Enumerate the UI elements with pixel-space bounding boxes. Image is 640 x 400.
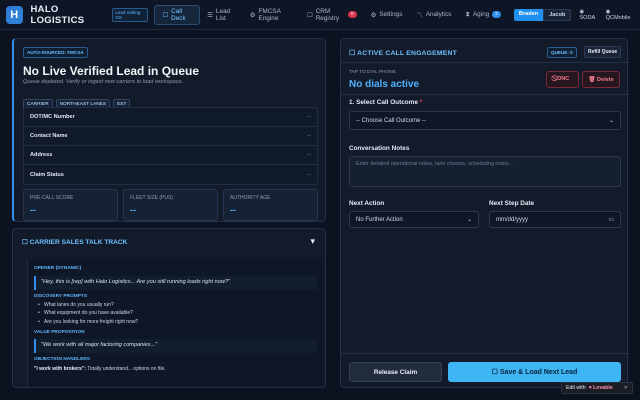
brand-badge: Lead Vetting OS xyxy=(112,7,149,22)
queue-count-chip: QUEUE: 0 xyxy=(547,47,577,58)
lead-title: No Live Verified Lead in Queue xyxy=(23,64,200,78)
nav-crm-registry[interactable]: ☐ CRM Registry 0 xyxy=(300,5,364,25)
nav-fmcsa-engine[interactable]: ⚙ FMCSA Engine xyxy=(243,5,300,25)
user-switch: Braden Jacob xyxy=(513,8,572,21)
qcmobile-status: ◉ QCMobile xyxy=(605,8,631,21)
release-claim-button[interactable]: Release Claim xyxy=(349,362,442,382)
value-script: "We work with all major factoring compan… xyxy=(34,339,317,354)
soda-status: ◉ SODA xyxy=(579,8,596,21)
delete-button[interactable]: 🗑 Delete xyxy=(582,71,620,88)
next-action-select[interactable]: No Further Action ⌄ xyxy=(349,211,479,228)
lead-subtitle: Queue depleted. Verify or ingest new car… xyxy=(23,79,184,85)
value-label: VALUE PROPOSITION xyxy=(34,329,85,335)
source-chip: AUTO-SOURCED: FMCSA xyxy=(23,47,88,58)
lead-details-table: DOT/MC Number -- Contact Name -- Address --… xyxy=(23,107,318,185)
gear-icon: ⚙ xyxy=(249,11,256,19)
objection-label: OBJECTION HANDLERS xyxy=(34,357,90,363)
collapse-toggle-icon[interactable]: ▾ xyxy=(310,236,315,247)
conversation-notes-textarea[interactable]: Enter detailed operational notes, lane c… xyxy=(349,156,621,187)
status-indicators: ◉ SODA ◉ QCMobile xyxy=(579,9,634,21)
nav-call-deck[interactable]: ☐ Call Deck xyxy=(154,4,201,25)
next-step-date-input[interactable]: mm/dd/yyyy ▭ xyxy=(489,211,621,228)
list-icon: ☰ xyxy=(207,11,213,19)
talk-track-content: OPENER (DYNAMIC) "Hey, this is [rep] wit… xyxy=(27,259,323,387)
talk-track-panel: ☐ CARRIER SALES TALK TRACK ▾ OPENER (DYN… xyxy=(12,228,326,388)
lead-stats: PRE-CALL SCORE -- FLEET SIZE (PUS) -- AUTH… xyxy=(23,189,318,221)
calendar-icon: ▭ xyxy=(608,217,614,223)
crm-count-badge: 0 xyxy=(347,11,357,18)
discovery-list: What lanes do you usually run? What equi… xyxy=(34,302,317,326)
chevron-down-icon: ⌄ xyxy=(466,217,472,223)
stat-fleet-size: FLEET SIZE (PUS) -- xyxy=(123,189,218,221)
user-braden-button[interactable]: Braden xyxy=(513,8,544,21)
stat-pre-call-score: PRE-CALL SCORE -- xyxy=(23,189,118,221)
call-outcome-select[interactable]: -- Choose Call Outcome -- ⌄ xyxy=(349,111,621,130)
app-logo: H xyxy=(6,5,23,24)
brand-name: HALO LOGISTICS xyxy=(30,3,85,26)
top-navigation-bar: H HALO LOGISTICS Lead Vetting OS ☐ Call D… xyxy=(0,0,640,30)
field-address: Address -- xyxy=(24,146,317,165)
chart-icon: 〽 xyxy=(416,12,423,19)
tap-to-dial-label: TAP TO DIAL PHONE xyxy=(349,70,396,75)
opener-script: "Hey, this is [rep] with Halo Logistics.… xyxy=(34,275,317,290)
save-load-next-button[interactable]: ☐ Save & Load Next Lead xyxy=(448,362,621,382)
list-item: What lanes do you usually run? xyxy=(38,302,317,309)
list-item: What equipment do you have available? xyxy=(38,310,317,317)
talk-track-title: ☐ CARRIER SALES TALK TRACK xyxy=(22,239,128,246)
lead-panel: AUTO-SOURCED: FMCSA No Live Verified Lea… xyxy=(12,38,326,222)
next-step-date-label: Next Step Date xyxy=(489,200,535,207)
phone-icon: ☐ xyxy=(162,11,169,19)
divider xyxy=(341,353,629,354)
close-icon[interactable]: ✕ xyxy=(624,385,628,391)
edit-with-lovable-badge[interactable]: Edit with ♥ Lovable ✕ xyxy=(561,382,633,394)
discovery-label: DISCOVERY PROMPTS xyxy=(34,293,88,299)
field-claim-status: Claim Status -- xyxy=(30,171,311,178)
call-panel-title: ☐ ACTIVE CALL ENGAGEMENT xyxy=(349,50,457,57)
field-contact-name: Contact Name -- xyxy=(24,127,317,146)
divider xyxy=(341,94,629,95)
chevron-down-icon: ⌄ xyxy=(608,118,614,124)
nav-lead-list[interactable]: ☰ Lead List xyxy=(200,5,243,25)
divider xyxy=(341,62,629,63)
settings-icon: ⚙ xyxy=(370,11,377,19)
user-jacob-button[interactable]: Jacob xyxy=(543,8,572,21)
nav-analytics[interactable]: 〽 Analytics xyxy=(409,5,458,25)
aging-count-badge: 2 xyxy=(492,11,501,18)
no-dials-status[interactable]: No dials active xyxy=(349,79,419,90)
objection-item: "I work with brokers": Totally understan… xyxy=(34,365,166,372)
call-engagement-panel: ☐ ACTIVE CALL ENGAGEMENT QUEUE: 0 Refill… xyxy=(340,38,629,388)
notes-label: Conversation Notes xyxy=(349,145,410,152)
next-action-label: Next Action xyxy=(349,200,385,207)
main-nav: ☐ Call Deck ☰ Lead List ⚙ FMCSA Engine ☐ CRM… xyxy=(154,0,508,29)
list-item: Are you looking for more freight right n… xyxy=(38,319,317,326)
dnc-button[interactable]: ⃠ DNC xyxy=(546,71,579,88)
field-dot-mc: DOT/MC Number -- xyxy=(24,108,317,127)
refill-queue-button[interactable]: Refill Queue xyxy=(584,46,622,58)
lovable-logo: ♥ Lovable xyxy=(588,385,613,391)
nav-aging[interactable]: ⧗ Aging 2 xyxy=(458,5,508,25)
nav-settings[interactable]: ⚙ Settings xyxy=(364,5,410,25)
call-outcome-label: 1. Select Call Outcome * xyxy=(349,99,423,106)
database-icon: ☐ xyxy=(306,11,313,19)
opener-label: OPENER (DYNAMIC) xyxy=(34,266,82,271)
hourglass-icon: ⧗ xyxy=(465,10,470,18)
stat-authority-age: AUTHORITY AGE -- xyxy=(223,189,318,221)
